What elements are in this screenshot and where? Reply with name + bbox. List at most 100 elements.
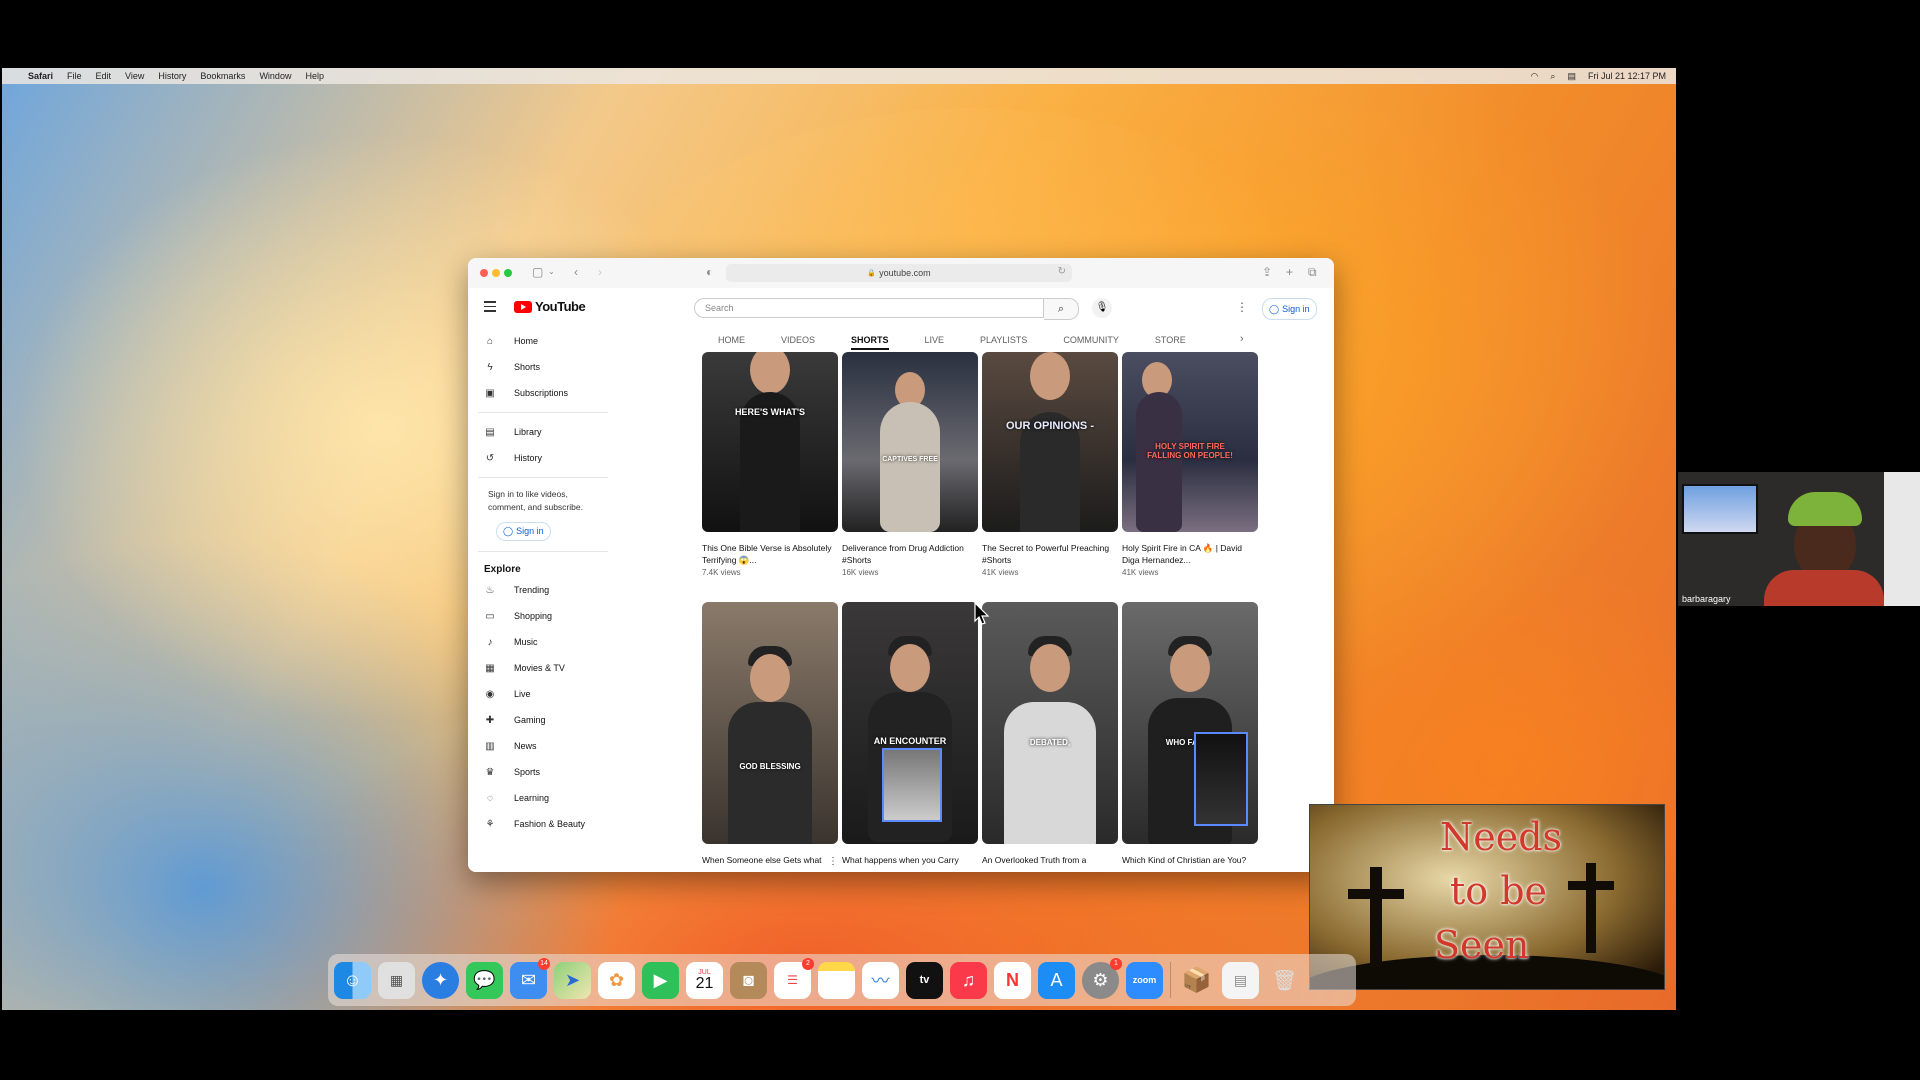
short-thumbnail[interactable]: DEBATED, <box>982 602 1118 844</box>
wifi-icon[interactable]: ◠ <box>1531 71 1539 82</box>
short-title[interactable]: The Secret to Powerful Preaching #Shorts <box>982 542 1118 566</box>
sidebar-item-fashion[interactable]: ⚘ Fashion & Beauty <box>468 811 618 837</box>
zoom-window-button[interactable] <box>504 269 512 277</box>
music-app-icon[interactable]: ♫ <box>950 961 987 999</box>
menu-history[interactable]: History <box>158 71 186 81</box>
short-title[interactable]: Which Kind of Christian are You? #Shorts <box>1122 854 1258 866</box>
address-bar[interactable]: 🔒 youtube.com ↻ <box>726 264 1072 282</box>
sidebar-item-sports[interactable]: ♛ Sports <box>468 759 618 785</box>
more-options-icon[interactable]: ⋮ <box>828 856 838 867</box>
menu-edit[interactable]: Edit <box>96 71 112 81</box>
short-thumbnail[interactable]: GOD BLESSING <box>702 602 838 844</box>
back-icon[interactable]: ‹ <box>574 265 578 279</box>
maps-icon[interactable]: ➤ <box>554 961 591 999</box>
short-thumbnail[interactable]: WHO FACES <box>1122 602 1258 844</box>
sidebar-item-news[interactable]: ▥ News <box>468 733 618 759</box>
reminders-icon[interactable]: ☰ 2 <box>774 957 814 999</box>
short-title[interactable]: Deliverance from Drug Addiction #Shorts <box>842 542 978 566</box>
sidebar-item-history[interactable]: ↺ History <box>468 445 618 471</box>
tab-playlists[interactable]: PLAYLISTS <box>980 335 1027 345</box>
short-thumbnail[interactable]: OUR OPINIONS - <box>982 352 1118 532</box>
menubar-datetime[interactable]: Fri Jul 21 12:17 PM <box>1588 71 1666 81</box>
safari-icon[interactable]: ✦ <box>422 961 459 999</box>
more-options-icon[interactable]: ⋮ <box>1236 300 1248 314</box>
freeform-icon[interactable]: 〰 <box>862 961 899 999</box>
sign-in-button[interactable]: ◯ Sign in <box>1262 298 1317 320</box>
mail-icon[interactable]: ✉ 14 <box>510 957 550 999</box>
sidebar-item-shopping[interactable]: ▭ Shopping <box>468 603 618 629</box>
sidebar-item-subscriptions[interactable]: ▣ Subscriptions <box>468 380 618 406</box>
sidebar-item-trending[interactable]: ♨ Trending <box>468 577 618 603</box>
messages-icon[interactable]: 💬 <box>466 961 503 999</box>
app-store-icon[interactable]: A <box>1038 961 1075 999</box>
short-thumbnail[interactable]: HERE'S WHAT'S <box>702 352 838 532</box>
zoom-app-icon[interactable]: zoom <box>1126 961 1163 999</box>
zoom-participant-video[interactable] <box>1678 472 1920 606</box>
menu-app-name[interactable]: Safari <box>28 71 53 81</box>
sidebar-item-music[interactable]: ♪ Music <box>468 629 618 655</box>
sidebar-toggle-icon[interactable]: ▢ <box>532 265 543 279</box>
shared-image-tile[interactable]: Needs to be Seen <box>1309 804 1665 990</box>
shield-icon[interactable]: ◐ <box>706 265 713 279</box>
tab-store[interactable]: STORE <box>1155 335 1186 345</box>
tab-home[interactable]: HOME <box>718 335 745 345</box>
short-title[interactable]: What happens when you Carry God's Glory … <box>842 854 978 866</box>
menu-bookmarks[interactable]: Bookmarks <box>200 71 245 81</box>
news-app-icon[interactable]: N <box>994 961 1031 999</box>
short-title[interactable]: When Someone else Gets what You Prayed f… <box>702 854 838 866</box>
facetime-icon[interactable]: ▶ <box>642 961 679 999</box>
apple-tv-icon[interactable]: tv <box>906 961 943 999</box>
notes-icon[interactable] <box>818 961 855 999</box>
short-thumbnail[interactable]: CAPTIVES FREE <box>842 352 978 532</box>
chevron-down-icon[interactable]: ⌄ <box>548 267 555 276</box>
short-card[interactable]: HERE'S WHAT'S This One Bible Verse is Ab… <box>702 352 838 577</box>
control-center-icon[interactable]: ▤ <box>1567 71 1576 82</box>
share-icon[interactable]: ⇪ <box>1262 265 1272 279</box>
short-title[interactable]: This One Bible Verse is Absolutely Terri… <box>702 542 838 566</box>
short-thumbnail[interactable]: AN ENCOUNTER <box>842 602 978 844</box>
menu-help[interactable]: Help <box>305 71 324 81</box>
sidebar-item-learning[interactable]: ◌ Learning <box>468 785 618 811</box>
short-card[interactable]: HOLY SPIRIT FIRE FALLING ON PEOPLE! Holy… <box>1122 352 1258 577</box>
sidebar-item-home[interactable]: ⌂ Home <box>468 328 618 354</box>
package-icon[interactable]: 📦 <box>1178 962 1215 999</box>
youtube-logo[interactable]: YouTube <box>514 299 586 314</box>
spotlight-icon[interactable]: ⌕ <box>1550 71 1555 82</box>
short-title[interactable]: Holy Spirit Fire in CA 🔥 | David Diga He… <box>1122 542 1258 566</box>
sidebar-sign-in-button[interactable]: ◯ Sign in <box>496 522 551 541</box>
sidebar-item-movies[interactable]: ▦ Movies & TV <box>468 655 618 681</box>
system-settings-icon[interactable]: ⚙ 1 <box>1082 957 1122 999</box>
sidebar-item-live[interactable]: ◉ Live <box>468 681 618 707</box>
tab-shorts[interactable]: SHORTS <box>851 335 889 350</box>
short-card[interactable]: AN ENCOUNTER What happens when you Carry… <box>842 602 978 866</box>
forward-icon[interactable]: › <box>598 265 602 279</box>
menu-icon[interactable] <box>484 301 496 312</box>
mic-icon[interactable]: 🎙 <box>1092 298 1112 318</box>
menu-view[interactable]: View <box>125 71 144 81</box>
launchpad-icon[interactable]: ▦ <box>378 961 415 999</box>
short-card[interactable]: CAPTIVES FREE Deliverance from Drug Addi… <box>842 352 978 577</box>
calendar-icon[interactable]: JUL 21 <box>686 961 723 999</box>
search-button[interactable]: ⌕ <box>1044 298 1079 320</box>
new-tab-icon[interactable]: + <box>1286 265 1293 279</box>
tab-overview-icon[interactable]: ⧉ <box>1308 265 1317 280</box>
short-card[interactable]: GOD BLESSING When Someone else Gets what… <box>702 602 838 866</box>
short-card[interactable]: WHO FACES Which Kind of Christian are Yo… <box>1122 602 1258 866</box>
chevron-right-icon[interactable]: › <box>1240 333 1244 345</box>
short-title[interactable]: An Overlooked Truth from a Popular Bible… <box>982 854 1118 866</box>
tab-live[interactable]: LIVE <box>925 335 945 345</box>
tab-videos[interactable]: VIDEOS <box>781 335 815 345</box>
downloads-stack-icon[interactable]: ▤ <box>1222 961 1259 999</box>
menu-file[interactable]: File <box>67 71 82 81</box>
photos-icon[interactable]: ✿ <box>598 961 635 999</box>
contacts-icon[interactable]: ◙ <box>730 961 767 999</box>
sidebar-item-shorts[interactable]: ϟ Shorts <box>468 354 618 380</box>
short-card[interactable]: DEBATED, An Overlooked Truth from a Popu… <box>982 602 1118 866</box>
search-input[interactable]: Search <box>694 298 1044 318</box>
minimize-window-button[interactable] <box>492 269 500 277</box>
short-card[interactable]: OUR OPINIONS - The Secret to Powerful Pr… <box>982 352 1118 577</box>
sidebar-item-gaming[interactable]: ✚ Gaming <box>468 707 618 733</box>
trash-icon[interactable]: 🗑 <box>1266 962 1303 999</box>
short-thumbnail[interactable]: HOLY SPIRIT FIRE FALLING ON PEOPLE! <box>1122 352 1258 532</box>
reload-icon[interactable]: ↻ <box>1058 266 1066 277</box>
